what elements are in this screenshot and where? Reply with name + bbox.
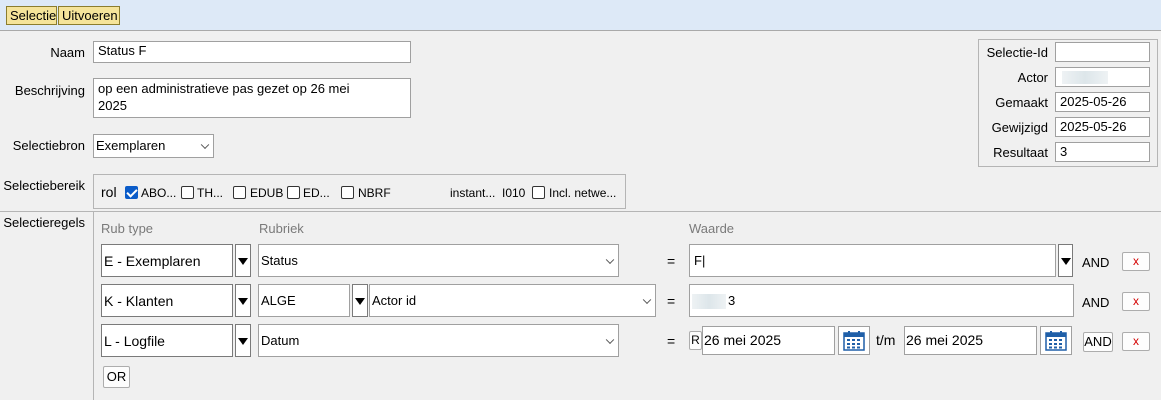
rule-3-rubriek-value: Datum xyxy=(261,333,300,348)
rule-2-type-dropdown[interactable] xyxy=(235,284,251,317)
rule-2-sub-dropdown[interactable] xyxy=(352,284,368,317)
rule-2-sub-field[interactable]: ALGE xyxy=(258,284,350,317)
ed-checkbox[interactable] xyxy=(287,186,300,199)
selectiebereik-panel: rol ABO... TH... EDUB ED... NBRF instant… xyxy=(93,174,626,209)
rule-1-type-dropdown[interactable] xyxy=(235,244,251,277)
abo-label: ABO... xyxy=(141,186,177,200)
abo-checkbox[interactable] xyxy=(125,186,138,199)
selectiebron-value: Exemplaren xyxy=(96,138,166,153)
rule-2-rubriek-value: Actor id xyxy=(372,293,417,308)
rule-3-from-calendar-button[interactable] xyxy=(838,326,870,355)
header-waarde: Waarde xyxy=(689,221,735,236)
actor-label: Actor xyxy=(1017,70,1048,85)
rule-3-type-field[interactable]: L - Logfile xyxy=(101,324,233,357)
selectiebron-select[interactable]: Exemplaren xyxy=(93,134,214,158)
rule-3-relative-button[interactable]: R xyxy=(689,331,702,350)
rule-3-to-calendar-button[interactable] xyxy=(1040,326,1072,355)
incl-netwerk-checkbox[interactable] xyxy=(532,186,545,199)
th-label: TH... xyxy=(197,186,223,200)
rule-2-rubriek-select[interactable]: Actor id xyxy=(369,284,656,317)
rules-left-border xyxy=(93,212,94,400)
beschrijving-line-2: 2025 xyxy=(98,98,127,113)
nbrf-label: NBRF xyxy=(358,186,391,200)
header-rub-type: Rub type xyxy=(101,221,154,236)
calendar-icon xyxy=(1045,331,1067,351)
chevron-down-icon xyxy=(642,295,652,304)
redacted-actor-id xyxy=(692,294,726,309)
beschrijving-textarea[interactable]: op een administratieve pas gezet op 26 m… xyxy=(93,78,411,118)
th-checkbox[interactable] xyxy=(181,186,194,199)
rule-2-type-field[interactable]: K - Klanten xyxy=(101,284,233,317)
divider xyxy=(0,211,1161,212)
rule-2-and: AND xyxy=(1082,295,1110,310)
beschrijving-line-1: op een administratieve pas gezet op 26 m… xyxy=(98,81,350,96)
uitvoeren-button[interactable]: Uitvoeren xyxy=(58,6,120,25)
gewijzigd-label: Gewijzigd xyxy=(991,120,1048,135)
rule-1-delete-button[interactable]: x xyxy=(1122,252,1150,271)
resultaat-label: Resultaat xyxy=(993,145,1048,160)
calendar-icon xyxy=(843,331,865,351)
rule-2-equals: = xyxy=(667,293,676,309)
redacted-actor xyxy=(1062,71,1108,84)
rule-1-type-field[interactable]: E - Exemplaren xyxy=(101,244,233,277)
gemaakt-field[interactable]: 2025-05-26 xyxy=(1055,92,1150,112)
selectie-id-field[interactable] xyxy=(1055,42,1150,62)
rule-3-rubriek-select[interactable]: Datum xyxy=(258,324,619,357)
rule-1-rubriek-select[interactable]: Status xyxy=(258,244,619,277)
or-button[interactable]: OR xyxy=(103,366,130,388)
chevron-down-icon xyxy=(605,335,615,344)
selectie-id-label: Selectie-Id xyxy=(986,45,1048,60)
rule-3-equals: = xyxy=(667,333,676,349)
gewijzigd-field[interactable]: 2025-05-26 xyxy=(1055,117,1150,137)
header-rubriek: Rubriek xyxy=(259,221,304,236)
rule-3-and-button[interactable]: AND xyxy=(1083,332,1113,352)
ed-label: ED... xyxy=(303,186,330,200)
rule-2-delete-button[interactable]: x xyxy=(1122,292,1150,311)
rule-3-to-date[interactable]: 26 mei 2025 xyxy=(904,326,1037,355)
chevron-down-icon xyxy=(200,140,210,150)
gemaakt-label: Gemaakt xyxy=(995,95,1048,110)
rule-3-delete-button[interactable]: x xyxy=(1122,332,1150,351)
incl-netwerk-label: Incl. netwe... xyxy=(549,186,617,200)
rule-3-tm-label: t/m xyxy=(876,332,896,348)
rol-label: rol xyxy=(101,184,117,200)
rule-3-from-date[interactable]: 26 mei 2025 xyxy=(702,326,835,355)
toolbar: Selectie Uitvoeren xyxy=(0,0,1161,31)
selectiebereik-label: Selectiebereik xyxy=(3,178,85,193)
edub-label: EDUB xyxy=(250,186,284,200)
chevron-down-icon xyxy=(605,255,615,264)
nbrf-checkbox[interactable] xyxy=(341,186,354,199)
rule-3-type-dropdown[interactable] xyxy=(235,324,251,357)
edub-checkbox[interactable] xyxy=(233,186,246,199)
code-label: I010 xyxy=(502,186,526,200)
rule-1-equals: = xyxy=(667,253,676,269)
naam-label: Naam xyxy=(50,45,85,60)
rule-1-value-dropdown[interactable] xyxy=(1058,244,1073,277)
rule-2-value-input[interactable]: 3 xyxy=(689,284,1074,317)
beschrijving-label: Beschrijving xyxy=(14,83,85,98)
selectiebron-label: Selectiebron xyxy=(12,138,85,153)
selectie-button[interactable]: Selectie xyxy=(6,6,57,25)
rule-1-value-input[interactable]: F| xyxy=(689,244,1056,277)
rule-1-and: AND xyxy=(1082,255,1110,270)
instant-label: instant... xyxy=(450,186,496,200)
rule-2-value-suffix: 3 xyxy=(728,293,736,308)
rule-1-rubriek-value: Status xyxy=(261,253,298,268)
selectieregels-label: Selectieregels xyxy=(3,215,85,230)
resultaat-field[interactable]: 3 xyxy=(1055,142,1150,162)
actor-field[interactable] xyxy=(1055,67,1150,87)
naam-input[interactable]: Status F xyxy=(93,41,411,63)
